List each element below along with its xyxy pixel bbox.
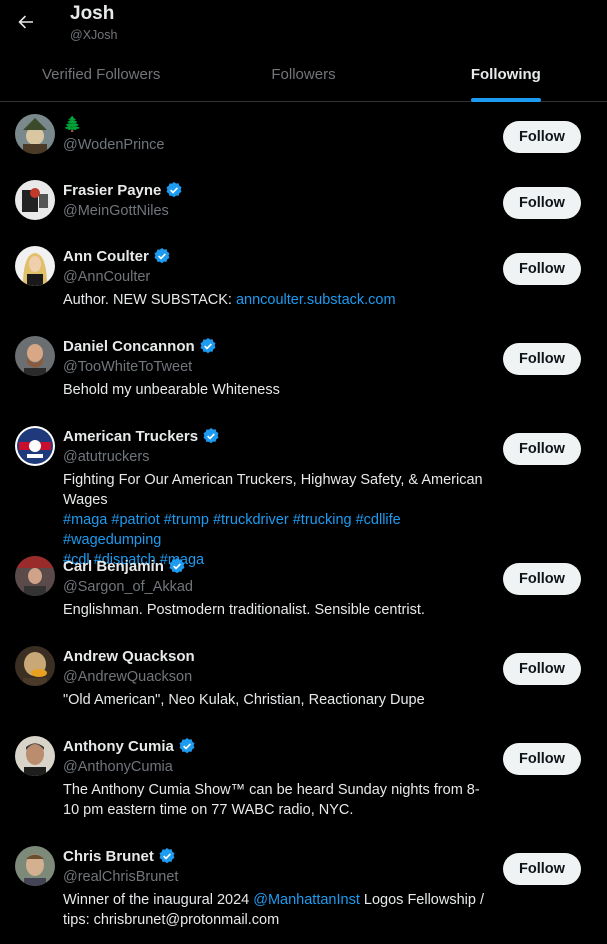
verified-badge-icon: [159, 847, 175, 864]
avatar: [15, 180, 55, 220]
user-name[interactable]: 🌲: [63, 114, 493, 134]
avatar: [15, 246, 55, 286]
follow-button[interactable]: Follow: [503, 187, 581, 219]
verified-badge-icon: [169, 557, 185, 574]
bio-link[interactable]: anncoulter.substack.com: [236, 292, 396, 308]
user-handle: @TooWhiteToTweet: [63, 359, 193, 375]
user-handle: @WodenPrince: [63, 137, 165, 153]
user-name[interactable]: Daniel Concannon: [63, 338, 195, 355]
user-row[interactable]: Carl Benjamin @Sargon_of_Akkad Englishma…: [0, 544, 607, 634]
user-handle: @Sargon_of_Akkad: [63, 579, 193, 595]
user-bio: Winner of the inaugural 2024 @ManhattanI…: [63, 890, 493, 930]
verified-badge-icon: [203, 427, 219, 444]
user-row[interactable]: Chris Brunet @realChrisBrunet Winner of …: [0, 834, 607, 944]
profile-name: Josh: [70, 3, 115, 24]
profile-header: Josh @XJosh: [0, 0, 607, 48]
following-list: 🌲 @WodenPrince Follow Frasier Payne @Mei…: [0, 102, 607, 944]
bio-text: Fighting For Our American Truckers, High…: [63, 472, 483, 508]
user-name[interactable]: American Truckers: [63, 428, 198, 445]
tab-label: Following: [470, 66, 541, 83]
user-name[interactable]: Carl Benjamin: [63, 558, 164, 575]
user-row[interactable]: 🌲 @WodenPrince Follow: [0, 102, 607, 168]
mention-link[interactable]: @ManhattanInst: [253, 892, 360, 908]
verified-badge-icon: [154, 247, 170, 264]
bio-text: Author. NEW SUBSTACK:: [63, 292, 236, 308]
tab-followers[interactable]: Followers: [202, 50, 404, 101]
user-handle: @realChrisBrunet: [63, 869, 179, 885]
profile-handle: @XJosh: [70, 28, 118, 42]
avatar: [15, 426, 55, 466]
avatar: [15, 556, 55, 596]
user-handle: @MeinGottNiles: [63, 203, 169, 219]
user-bio: "Old American", Neo Kulak, Christian, Re…: [63, 692, 425, 708]
user-name[interactable]: Chris Brunet: [63, 848, 154, 865]
follow-button[interactable]: Follow: [503, 253, 581, 285]
user-name[interactable]: Ann Coulter: [63, 248, 149, 265]
tab-label: Followers: [271, 66, 336, 83]
follow-button[interactable]: Follow: [503, 121, 581, 153]
user-bio: The Anthony Cumia Show™ can be heard Sun…: [63, 782, 480, 818]
follow-button[interactable]: Follow: [503, 653, 581, 685]
hashtag-link[interactable]: #trucking: [293, 512, 352, 528]
avatar: [15, 846, 55, 886]
verified-badge-icon: [179, 737, 195, 754]
follow-button[interactable]: Follow: [503, 343, 581, 375]
user-bio: Englishman. Postmodern traditionalist. S…: [63, 602, 425, 618]
hashtag-link[interactable]: #maga: [63, 512, 107, 528]
user-bio: Author. NEW SUBSTACK: anncoulter.substac…: [63, 290, 493, 310]
verified-badge-icon: [166, 181, 182, 198]
bio-text: Winner of the inaugural 2024: [63, 892, 254, 908]
hashtag-link[interactable]: #trump: [164, 512, 209, 528]
user-bio: Behold my unbearable Whiteness: [63, 382, 280, 398]
avatar: [15, 736, 55, 776]
tab-following[interactable]: Following: [405, 50, 607, 102]
follow-button[interactable]: Follow: [503, 433, 581, 465]
user-name[interactable]: Anthony Cumia: [63, 738, 174, 755]
user-row[interactable]: American Truckers @atutruckers Fighting …: [0, 414, 607, 568]
user-handle: @AnthonyCumia: [63, 759, 173, 775]
hashtag-link[interactable]: #patriot: [111, 512, 159, 528]
user-row[interactable]: Daniel Concannon @TooWhiteToTweet Behold…: [0, 324, 607, 414]
follow-button[interactable]: Follow: [503, 853, 581, 885]
user-handle: @AnnCoulter: [63, 269, 151, 285]
verified-badge-icon: [200, 337, 216, 354]
user-row[interactable]: Ann Coulter @AnnCoulter Author. NEW SUBS…: [0, 234, 607, 324]
tab-bar: Verified Followers Followers Following: [0, 50, 607, 102]
user-handle: @atutruckers: [63, 449, 150, 465]
hashtag-link[interactable]: #cdllife: [356, 512, 401, 528]
tab-verified-followers[interactable]: Verified Followers: [0, 50, 202, 101]
follow-button[interactable]: Follow: [503, 743, 581, 775]
avatar: [15, 336, 55, 376]
avatar: [15, 114, 55, 154]
user-row[interactable]: Andrew Quackson @AndrewQuackson "Old Ame…: [0, 634, 607, 724]
user-handle: @AndrewQuackson: [63, 669, 193, 685]
user-name[interactable]: Andrew Quackson: [63, 646, 493, 666]
back-arrow-icon[interactable]: [14, 10, 38, 34]
user-name[interactable]: Frasier Payne: [63, 182, 161, 199]
user-row[interactable]: Frasier Payne @MeinGottNiles Follow: [0, 168, 607, 234]
user-row[interactable]: Anthony Cumia @AnthonyCumia The Anthony …: [0, 724, 607, 834]
avatar: [15, 646, 55, 686]
hashtag-link[interactable]: #truckdriver: [213, 512, 289, 528]
tab-label: Verified Followers: [41, 66, 161, 83]
follow-button[interactable]: Follow: [503, 563, 581, 595]
